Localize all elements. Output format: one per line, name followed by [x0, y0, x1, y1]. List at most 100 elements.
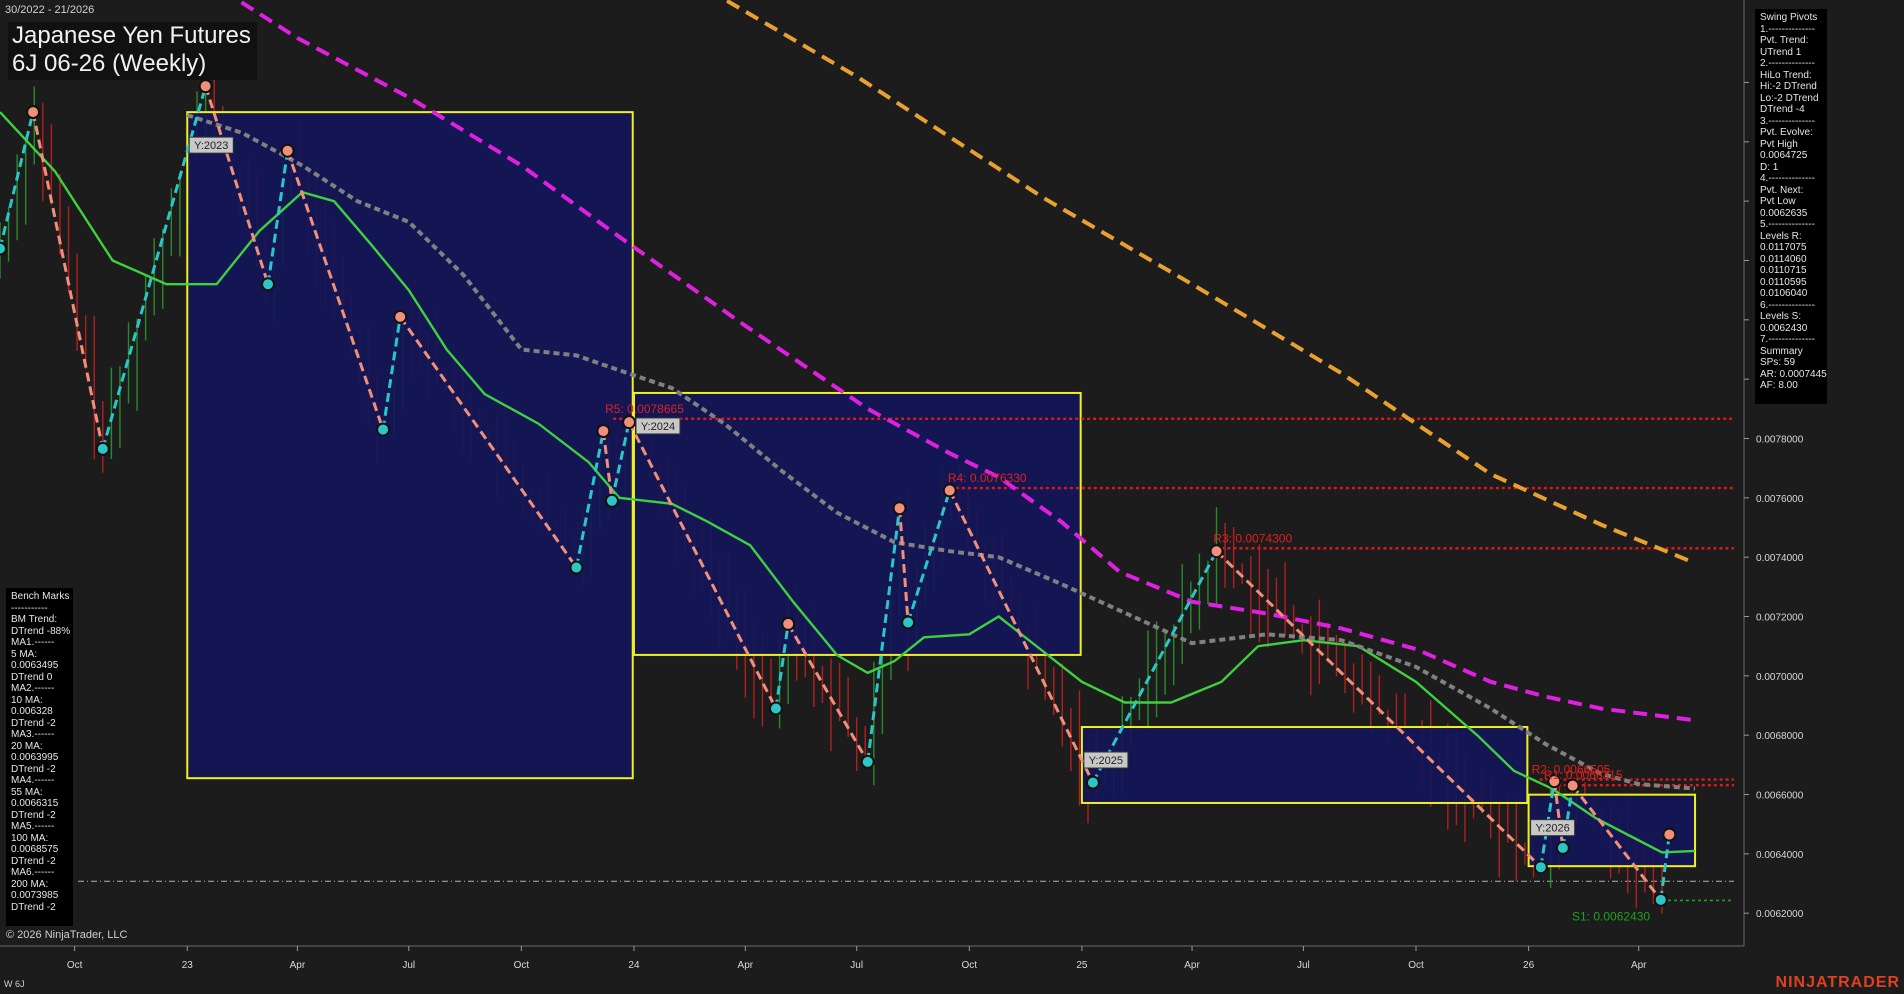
pivot-high-marker: [781, 616, 796, 631]
resistance-label: R1: 0.0066315: [1544, 768, 1623, 782]
bench-panel-line: MA5.------: [11, 821, 55, 832]
price-chart[interactable]: R5: 0.0078665 R4: 0.0076330 R3: 0.0074300 R…: [0, 0, 1904, 994]
price-tick-label: 0.0076000: [1756, 494, 1804, 505]
time-tick-label: 25: [1076, 960, 1088, 971]
swing-panel-line: Pvt. Evolve:: [1760, 127, 1813, 138]
swing-panel-line: UTrend 1: [1760, 46, 1802, 58]
time-tick-label: 23: [182, 960, 194, 971]
pivot-high-marker: [892, 501, 907, 516]
instrument-name: Japanese Yen Futures: [12, 22, 251, 49]
bench-panel-line: 55 MA:: [11, 786, 43, 798]
bench-panel-line: 20 MA:: [11, 740, 43, 752]
pivot-high-marker: [280, 143, 295, 158]
chart-title: Japanese Yen Futures 6J 06-26 (Weekly): [8, 22, 257, 80]
pivot-low-marker: [261, 277, 276, 292]
pivot-low-marker: [569, 560, 584, 575]
resistance-label: R3: 0.0074300: [1213, 531, 1292, 545]
bench-panel-line: DTrend 0: [11, 671, 53, 683]
year-label-text: Y:2023: [194, 140, 228, 152]
swing-panel-line: 0.0062635: [1760, 207, 1808, 219]
price-tick-label: 0.0074000: [1756, 553, 1804, 564]
price-tick-label: 0.0068000: [1756, 731, 1804, 742]
bench-panel-line: 0.0068575: [11, 844, 59, 855]
swing-panel-line: Lo:-2 DTrend: [1760, 92, 1819, 104]
instrument-tag: W 6J: [4, 979, 25, 989]
year-box-label: Y:2024: [635, 417, 681, 435]
bench-panel-line: MA4.------: [11, 775, 55, 786]
resistance-label: R5: 0.0078665: [605, 402, 684, 416]
price-tick-label: 0.0066000: [1756, 791, 1804, 802]
year-box: [1080, 726, 1529, 804]
pivot-high-marker: [622, 415, 637, 430]
year-box-label: Y:2025: [1083, 751, 1129, 769]
price-tick-label: 0.0064000: [1756, 850, 1804, 861]
pivot-high-marker: [26, 105, 41, 120]
bench-panel-line: DTrend -2: [11, 717, 56, 729]
pivot-high-marker: [1209, 544, 1224, 559]
time-tick-label: Jul: [1297, 960, 1310, 971]
time-tick-label: Apr: [1184, 960, 1200, 971]
swing-panel-line: Hi:-2 DTrend: [1760, 81, 1817, 92]
year-label-text: Y:2024: [641, 421, 675, 433]
year-box-label: Y:2023: [188, 136, 234, 154]
swing-panel-line: 4.--------------: [1760, 173, 1815, 184]
bench-panel-line: DTrend -2: [11, 809, 56, 821]
pivot-low-marker: [1533, 860, 1548, 875]
pivot-low-marker: [604, 493, 619, 508]
bench-panel-line: -----------: [11, 602, 48, 614]
swing-panel-line: D: 1: [1760, 161, 1779, 173]
time-tick-label: Oct: [67, 960, 83, 971]
price-tick-label: 0.0070000: [1756, 672, 1804, 683]
pivot-low-marker: [1555, 840, 1570, 855]
swing-pivots-panel: Swing Pivots 1.-------------- Pvt. Trend: U…: [1755, 9, 1827, 404]
pivot-low-marker: [860, 754, 875, 769]
swing-panel-line: 6.--------------: [1760, 299, 1815, 311]
swing-panel-line: DTrend -4: [1760, 104, 1805, 115]
time-tick-label: Oct: [1408, 960, 1424, 971]
swing-panel-line: 5.--------------: [1760, 219, 1815, 230]
date-range: 30/2022 - 21/2026: [5, 4, 95, 16]
time-tick-label: 26: [1523, 960, 1535, 971]
swing-panel-line: 0.0114060: [1760, 253, 1807, 265]
swing-panel-line: Pvt High: [1760, 138, 1798, 150]
swing-panel-line: AR: 0.0007445: [1760, 368, 1827, 380]
time-tick-label: Apr: [290, 960, 306, 971]
time-tick-label: 24: [628, 960, 640, 971]
time-tick-label: Oct: [514, 960, 530, 971]
pivot-low-marker: [0, 241, 7, 256]
year-label-text: Y:2026: [1535, 823, 1569, 835]
brand-logo: NINJATRADER: [1775, 974, 1900, 991]
pivot-high-marker: [393, 309, 408, 324]
time-tick-label: Apr: [1631, 960, 1647, 971]
price-tick-label: 0.0062000: [1756, 909, 1804, 920]
swing-panel-line: 0.0106040: [1760, 288, 1808, 299]
bench-panel-line: BM Trend:: [11, 614, 58, 625]
pivot-low-marker: [95, 441, 110, 456]
swing-panel-line: 0.0062430: [1760, 322, 1808, 334]
pivot-low-marker: [901, 615, 916, 630]
bench-panel-line: 100 MA:: [11, 832, 49, 844]
swing-panel-line: Swing Pivots: [1760, 12, 1818, 23]
bench-panel-line: Bench Marks: [11, 591, 70, 602]
swing-panel-line: Summary: [1760, 345, 1803, 357]
bench-panel-line: 10 MA:: [11, 694, 43, 706]
swing-panel-line: 0.0117075: [1760, 242, 1807, 253]
price-tick-label: 0.0078000: [1756, 434, 1804, 445]
swing-panel-line: 0.0110715: [1760, 265, 1807, 276]
bench-panel-line: 0.0073985: [11, 890, 59, 901]
swing-panel-line: 3.--------------: [1760, 115, 1815, 127]
bench-marks-panel: Bench Marks ----------- BM Trend: DTrend -8…: [6, 588, 73, 926]
bench-panel-line: DTrend -2: [11, 855, 56, 867]
pivot-low-marker: [1653, 892, 1668, 907]
bench-panel-line: 200 MA:: [11, 878, 49, 890]
swing-leg: [1215, 550, 1542, 869]
swing-panel-line: Levels R:: [1760, 230, 1802, 242]
resistance-label: R4: 0.0076330: [948, 471, 1027, 485]
bench-panel-line: 0.0063495: [11, 660, 59, 671]
bench-panel-line: DTrend -2: [11, 763, 56, 775]
bench-panel-line: MA6.------: [11, 867, 55, 878]
bench-panel-line: DTrend -88%: [11, 625, 71, 637]
time-axis: Oct 23 Apr Jul Oct 24 Apr Jul Oct 25 Apr Jul Oct 26 Ap…: [0, 945, 1744, 971]
swing-panel-line: 0.0110595: [1760, 276, 1807, 288]
swing-panel-line: Pvt Low: [1760, 196, 1796, 207]
